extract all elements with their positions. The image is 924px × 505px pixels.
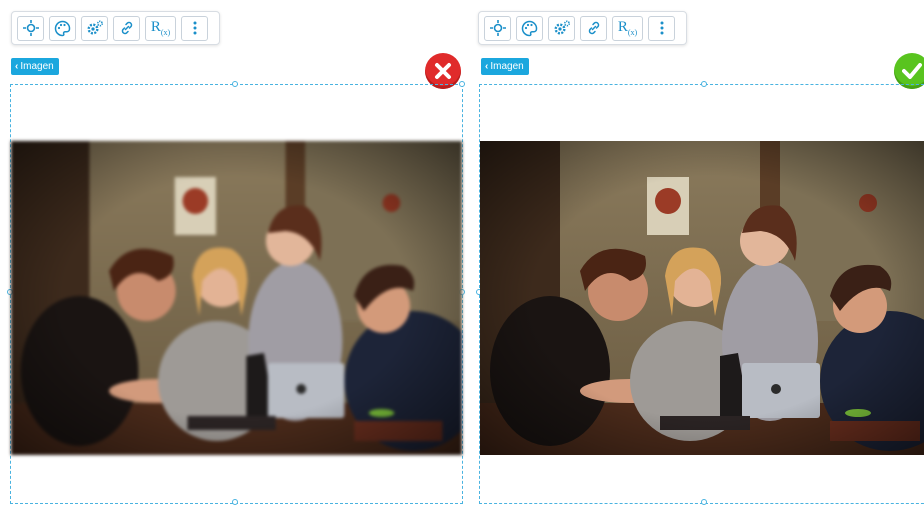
resize-handle-bottom[interactable]: [701, 499, 707, 505]
element-tag-label: Imagen: [490, 61, 524, 72]
right-panel: R(x) ‹ Imagen: [470, 0, 924, 505]
move-button[interactable]: [484, 15, 511, 41]
link-icon: [588, 21, 599, 35]
rx-button[interactable]: R(x): [612, 15, 643, 41]
element-tag-label: Imagen: [20, 61, 54, 72]
close-icon: [435, 63, 451, 79]
more-vertical-icon: [660, 21, 663, 35]
move-icon: [489, 20, 506, 36]
link-button[interactable]: [580, 15, 607, 41]
settings-icon: [86, 20, 103, 35]
move-button[interactable]: [17, 15, 44, 41]
left-panel: R(x) ‹ Imagen: [0, 0, 470, 505]
settings-button[interactable]: [81, 15, 108, 41]
element-tag[interactable]: ‹ Imagen: [11, 58, 59, 75]
check-icon: [902, 63, 922, 79]
resize-handle-top-right[interactable]: [459, 81, 465, 87]
more-button[interactable]: [648, 15, 675, 41]
palette-icon: [521, 20, 538, 36]
link-button[interactable]: [113, 15, 140, 41]
left-image-toolbar: R(x): [11, 11, 220, 45]
settings-icon: [553, 20, 570, 35]
move-icon: [22, 20, 39, 36]
resize-handle-top[interactable]: [701, 81, 707, 87]
image: [480, 141, 924, 455]
rx-icon: R(x): [150, 19, 171, 37]
link-icon: [121, 21, 132, 35]
palette-button[interactable]: [49, 15, 76, 41]
palette-button[interactable]: [516, 15, 543, 41]
resize-handle-top[interactable]: [232, 81, 238, 87]
chevron-left-icon: ‹: [15, 61, 19, 72]
image: [11, 141, 462, 455]
right-image-toolbar: R(x): [478, 11, 687, 45]
element-tag[interactable]: ‹ Imagen: [481, 58, 529, 75]
chevron-left-icon: ‹: [485, 61, 489, 72]
palette-icon: [54, 20, 71, 36]
more-vertical-icon: [193, 21, 196, 35]
resize-handle-bottom[interactable]: [232, 499, 238, 505]
settings-button[interactable]: [548, 15, 575, 41]
rx-button[interactable]: R(x): [145, 15, 176, 41]
rx-icon: R(x): [617, 19, 638, 37]
more-button[interactable]: [181, 15, 208, 41]
